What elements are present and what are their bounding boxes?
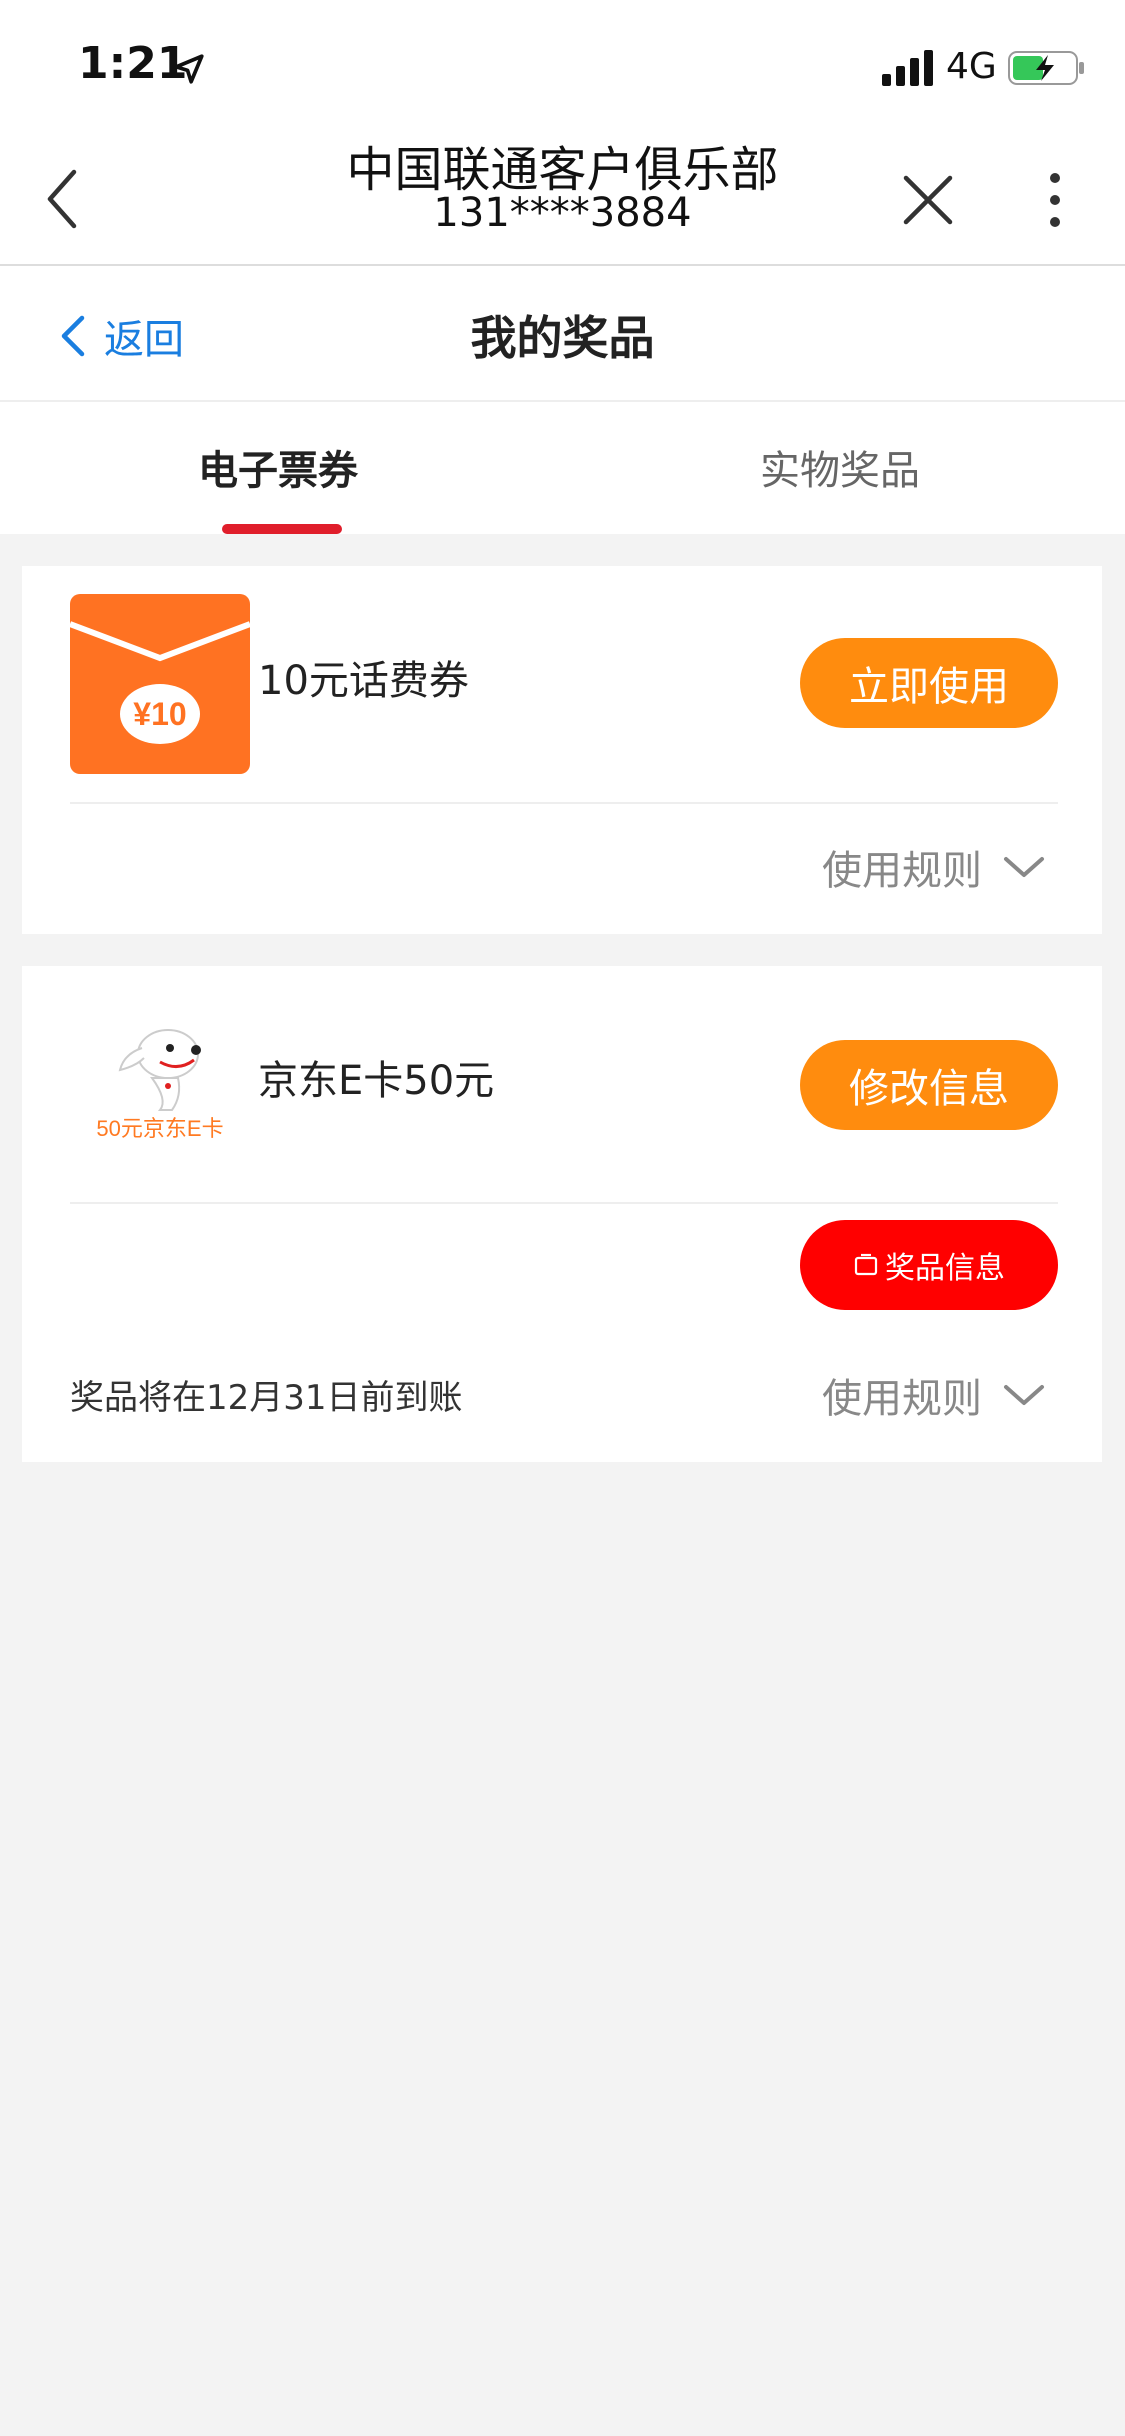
status-bar: 1:21 4G <box>0 0 1125 130</box>
chevron-down-icon <box>1004 1385 1044 1405</box>
more-vertical-icon[interactable] <box>1040 170 1070 230</box>
location-arrow-icon <box>174 54 204 84</box>
header-subtitle: 131****3884 <box>433 190 692 236</box>
red-packet-value: ¥10 <box>133 696 186 732</box>
app-header: 中国联通客户俱乐部 131****3884 <box>0 130 1125 266</box>
prize-card: 50元京东E卡 京东E卡50元 修改信息 奖品信息 奖品将在12月31日前到账 … <box>22 966 1102 1462</box>
sub-navigation: 返回 我的奖品 <box>0 266 1125 402</box>
card-icon <box>854 1253 878 1276</box>
arrival-note: 奖品将在12月31日前到账 <box>70 1378 463 1418</box>
prize-name: 10元话费券 <box>258 658 469 704</box>
usage-rules-label: 使用规则 <box>822 848 982 894</box>
tab-electronic-tickets[interactable]: 电子票券 <box>198 438 358 496</box>
red-packet-icon: ¥10 <box>70 594 250 774</box>
tab-bar: 电子票券 实物奖品 <box>0 402 1125 534</box>
chevron-down-icon <box>1004 857 1044 877</box>
usage-rules-toggle[interactable]: 使用规则 <box>822 1366 1046 1424</box>
close-icon[interactable] <box>902 174 954 226</box>
jd-card-caption: 50元京东E卡 <box>96 1116 223 1140</box>
network-type: 4G <box>946 46 997 87</box>
prize-info-label: 奖品信息 <box>885 1251 1005 1286</box>
prize-card: ¥10 10元话费券 立即使用 使用规则 <box>22 566 1102 934</box>
divider <box>70 802 1058 804</box>
prize-info-button[interactable]: 奖品信息 <box>800 1220 1058 1310</box>
jd-mascot-icon: 50元京东E卡 <box>96 1029 224 1140</box>
usage-rules-label: 使用规则 <box>822 1376 982 1422</box>
use-now-button[interactable]: 立即使用 <box>800 638 1058 728</box>
active-tab-indicator <box>222 524 342 534</box>
page-title: 我的奖品 <box>470 311 655 365</box>
usage-rules-toggle[interactable]: 使用规则 <box>822 838 1046 896</box>
divider <box>70 1202 1058 1204</box>
signal-icon <box>882 50 933 86</box>
tab-physical-prizes[interactable]: 实物奖品 <box>760 438 920 496</box>
battery-charging-icon <box>1008 51 1084 85</box>
edit-info-button[interactable]: 修改信息 <box>800 1040 1058 1130</box>
prize-name: 京东E卡50元 <box>258 1058 495 1104</box>
